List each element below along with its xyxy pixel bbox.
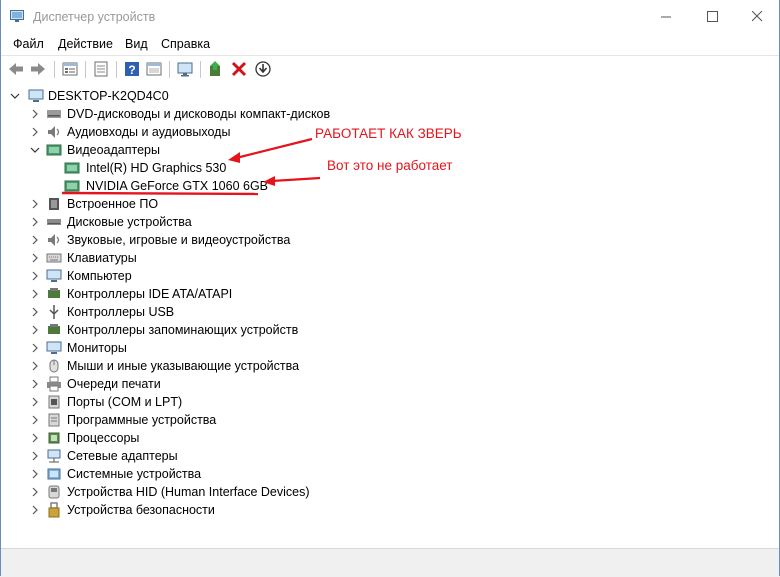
annotation-arrowhead xyxy=(228,152,240,163)
annotation-works: РАБОТАЕТ КАК ЗВЕРЬ xyxy=(315,126,462,141)
annotation-underline xyxy=(61,191,259,196)
annotation-arrowhead xyxy=(263,176,275,186)
annotation-not-works: Вот это не работает xyxy=(327,158,453,173)
annotation-overlay xyxy=(61,137,321,196)
annotation-arrow xyxy=(271,176,321,183)
annotation-arrow xyxy=(235,137,313,160)
